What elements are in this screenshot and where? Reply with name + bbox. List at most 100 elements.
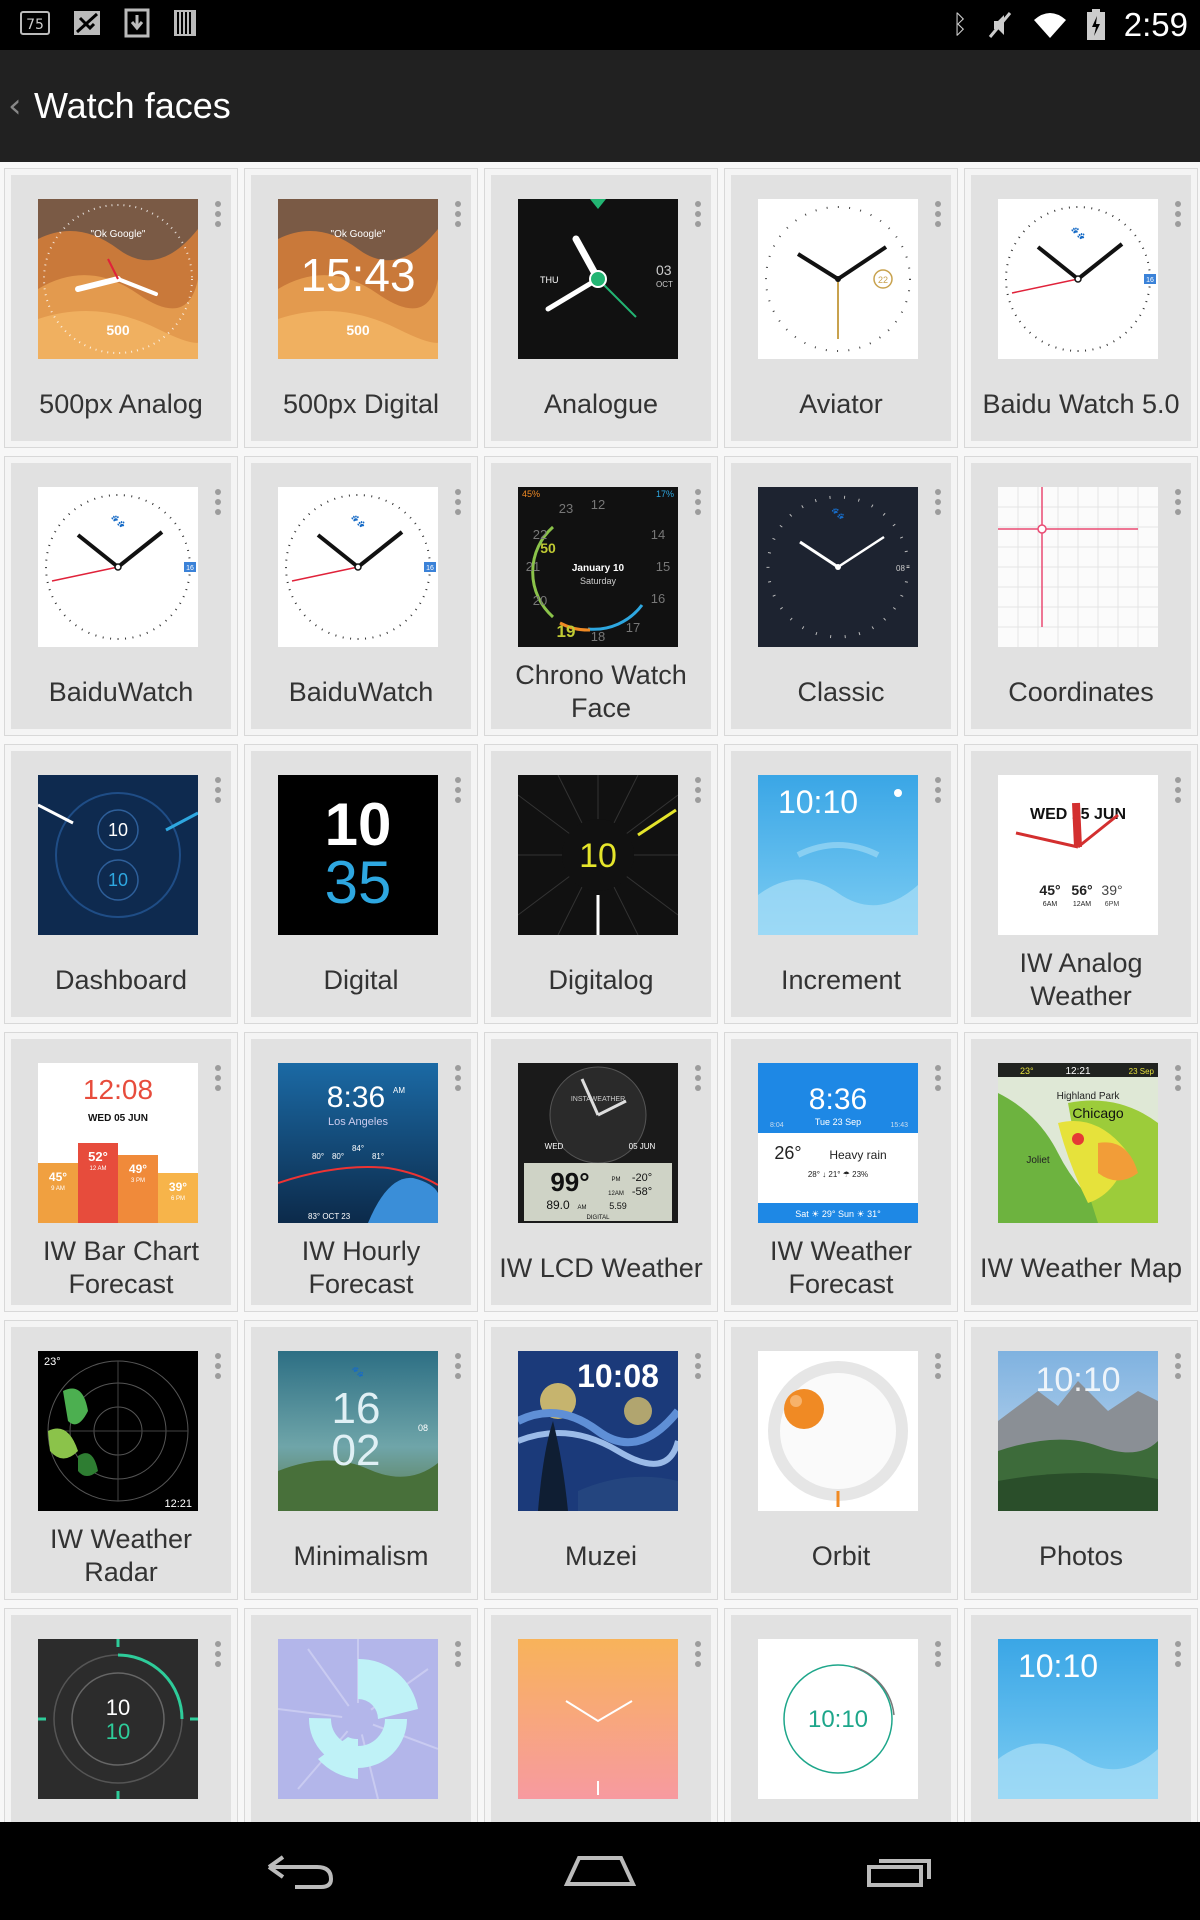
back-button[interactable]	[250, 1841, 350, 1901]
watch-face-thumbnail[interactable]: 8:36 Tue 23 Sep 8:04 15:43 26° Heavy rai…	[758, 1063, 918, 1223]
overflow-menu-icon[interactable]	[455, 1353, 463, 1379]
watch-face-card[interactable]: 10 Digitalog	[484, 744, 718, 1024]
watch-face-thumbnail[interactable]: 🐾 16	[278, 487, 438, 647]
watch-face-card[interactable]: 10 10 Dashboard	[4, 744, 238, 1024]
watch-face-card[interactable]: 23° 12:21 23 Sep Highland Park Chicago J…	[964, 1032, 1198, 1312]
overflow-menu-icon[interactable]	[935, 1065, 943, 1091]
watch-face-thumbnail[interactable]: 22	[758, 199, 918, 359]
watch-face-thumbnail[interactable]: 🐾 16	[38, 487, 198, 647]
watch-face-card[interactable]: 8:36 AM Los Angeles 80° 80° 84° 81° 83° …	[244, 1032, 478, 1312]
watch-face-card[interactable]: 22 Aviator	[724, 168, 958, 448]
watch-face-thumbnail[interactable]: 8:36 AM Los Angeles 80° 80° 84° 81° 83° …	[278, 1063, 438, 1223]
watch-face-thumbnail[interactable]: "Ok Google" 500	[38, 199, 198, 359]
watch-face-thumbnail[interactable]	[998, 487, 1158, 647]
overflow-menu-icon[interactable]	[1175, 201, 1183, 227]
watch-face-thumbnail[interactable]: 12:08 WED 05 JUN 45° 52° 49° 39° 9 AM 12…	[38, 1063, 198, 1223]
home-button[interactable]	[550, 1841, 650, 1901]
overflow-menu-icon[interactable]	[215, 1353, 223, 1379]
watch-face-thumbnail[interactable]: 10 10	[38, 1639, 198, 1799]
watch-face-card[interactable]: 12:08 WED 05 JUN 45° 52° 49° 39° 9 AM 12…	[4, 1032, 238, 1312]
watch-face-card[interactable]: 45% 17% 12 14 15 16 17 18 19 20 21 22 23…	[484, 456, 718, 736]
watch-face-thumbnail[interactable]: 23° 12:21	[38, 1351, 198, 1511]
overflow-menu-icon[interactable]	[455, 489, 463, 515]
watch-face-thumbnail[interactable]: 23° 12:21 23 Sep Highland Park Chicago J…	[998, 1063, 1158, 1223]
watch-face-thumbnail[interactable]: 10:10	[758, 1639, 918, 1799]
overflow-menu-icon[interactable]	[215, 1065, 223, 1091]
watch-face-card[interactable]	[484, 1608, 718, 1822]
overflow-menu-icon[interactable]	[1175, 1353, 1183, 1379]
watch-face-card[interactable]: THU 03 OCT Analogue	[484, 168, 718, 448]
watch-face-thumbnail[interactable]: 10:10	[758, 775, 918, 935]
overflow-menu-icon[interactable]	[935, 1641, 943, 1667]
low-temp-text: -58°	[632, 1186, 652, 1198]
overflow-menu-icon[interactable]	[455, 777, 463, 803]
overflow-menu-icon[interactable]	[455, 201, 463, 227]
overflow-menu-icon[interactable]	[1175, 489, 1183, 515]
watch-face-thumbnail[interactable]: WED 15 JUN 45° 56° 39° 6AM 12AM 6PM	[998, 775, 1158, 935]
watch-face-card[interactable]: 🐾 16 Baidu Watch 5.0	[964, 168, 1198, 448]
overflow-menu-icon[interactable]	[695, 201, 703, 227]
overflow-menu-icon[interactable]	[455, 1065, 463, 1091]
overflow-menu-icon[interactable]	[1175, 1065, 1183, 1091]
watch-face-thumbnail[interactable]: INSTAWEATHER WED 05 JUN 99° -20° -58° 12…	[518, 1063, 678, 1223]
overflow-menu-icon[interactable]	[695, 777, 703, 803]
watch-face-card[interactable]	[244, 1608, 478, 1822]
watch-face-thumbnail[interactable]: 🐾 16 02 08	[278, 1351, 438, 1511]
date-text: 83° OCT 23	[308, 1212, 351, 1221]
watch-face-thumbnail[interactable]: 45% 17% 12 14 15 16 17 18 19 20 21 22 23…	[518, 487, 678, 647]
overflow-menu-icon[interactable]	[455, 1641, 463, 1667]
watch-face-card[interactable]: "Ok Google" 15:43 500 500px Digital	[244, 168, 478, 448]
watch-face-thumbnail[interactable]: THU 03 OCT	[518, 199, 678, 359]
watch-face-label: 500px Digital	[282, 388, 440, 419]
watch-face-thumbnail[interactable]	[758, 1351, 918, 1511]
watch-face-card[interactable]: 🐾 16 02 08 Minimalism	[244, 1320, 478, 1600]
watch-face-card[interactable]: 10 35 Digital	[244, 744, 478, 1024]
watch-face-thumbnail[interactable]	[278, 1639, 438, 1799]
watch-face-thumbnail[interactable]: 🐾 08	[758, 487, 918, 647]
watch-face-thumbnail[interactable]: 10	[518, 775, 678, 935]
watch-face-thumbnail[interactable]: 🐾 16	[998, 199, 1158, 359]
watch-face-card[interactable]: 🐾 16 BaiduWatch	[244, 456, 478, 736]
watch-face-thumbnail[interactable]: 10 10	[38, 775, 198, 935]
overflow-menu-icon[interactable]	[695, 1065, 703, 1091]
overflow-menu-icon[interactable]	[695, 1353, 703, 1379]
watch-face-card[interactable]: 8:36 Tue 23 Sep 8:04 15:43 26° Heavy rai…	[724, 1032, 958, 1312]
watch-face-card[interactable]: "Ok Google" 500 500px Analog	[4, 168, 238, 448]
watch-face-thumbnail[interactable]: 10:10	[998, 1639, 1158, 1799]
overflow-menu-icon[interactable]	[215, 489, 223, 515]
watch-face-card[interactable]: 10:10 Increment	[724, 744, 958, 1024]
back-chevron-icon[interactable]: ‹	[8, 86, 34, 126]
watch-face-card[interactable]: INSTAWEATHER WED 05 JUN 99° -20° -58° 12…	[484, 1032, 718, 1312]
page-title[interactable]: Watch faces	[34, 85, 231, 127]
overflow-menu-icon[interactable]	[935, 1353, 943, 1379]
overflow-menu-icon[interactable]	[935, 489, 943, 515]
watch-face-card[interactable]: 🐾 08 Classic	[724, 456, 958, 736]
watch-face-thumbnail[interactable]: 10:08	[518, 1351, 678, 1511]
watch-face-card[interactable]: 10:10 Photos	[964, 1320, 1198, 1600]
watch-face-card[interactable]: 10:08 Muzei	[484, 1320, 718, 1600]
overflow-menu-icon[interactable]	[1175, 777, 1183, 803]
overflow-menu-icon[interactable]	[695, 489, 703, 515]
overflow-menu-icon[interactable]	[935, 201, 943, 227]
watch-face-thumbnail[interactable]: 10:10	[998, 1351, 1158, 1511]
watch-face-card[interactable]: 10 10	[4, 1608, 238, 1822]
overflow-menu-icon[interactable]	[215, 1641, 223, 1667]
watch-face-thumbnail[interactable]: "Ok Google" 15:43 500	[278, 199, 438, 359]
overflow-menu-icon[interactable]	[215, 777, 223, 803]
watch-face-card[interactable]: 10:10	[964, 1608, 1198, 1822]
overflow-menu-icon[interactable]	[215, 201, 223, 227]
watch-face-thumbnail[interactable]	[518, 1639, 678, 1799]
overflow-menu-icon[interactable]	[935, 777, 943, 803]
chrono-number: 15	[656, 559, 670, 574]
watch-face-card[interactable]: 23° 12:21 IW Weather Radar	[4, 1320, 238, 1600]
watch-face-card[interactable]: 10:10	[724, 1608, 958, 1822]
watch-face-card[interactable]: Orbit	[724, 1320, 958, 1600]
low-time-text: 12AM	[608, 1191, 624, 1197]
watch-face-thumbnail[interactable]: 10 35	[278, 775, 438, 935]
recents-button[interactable]	[850, 1841, 950, 1901]
overflow-menu-icon[interactable]	[1175, 1641, 1183, 1667]
overflow-menu-icon[interactable]	[695, 1641, 703, 1667]
watch-face-card[interactable]: 🐾 16 BaiduWatch	[4, 456, 238, 736]
watch-face-card[interactable]: Coordinates	[964, 456, 1198, 736]
watch-face-card[interactable]: WED 15 JUN 45° 56° 39° 6AM 12AM 6PM IW A…	[964, 744, 1198, 1024]
